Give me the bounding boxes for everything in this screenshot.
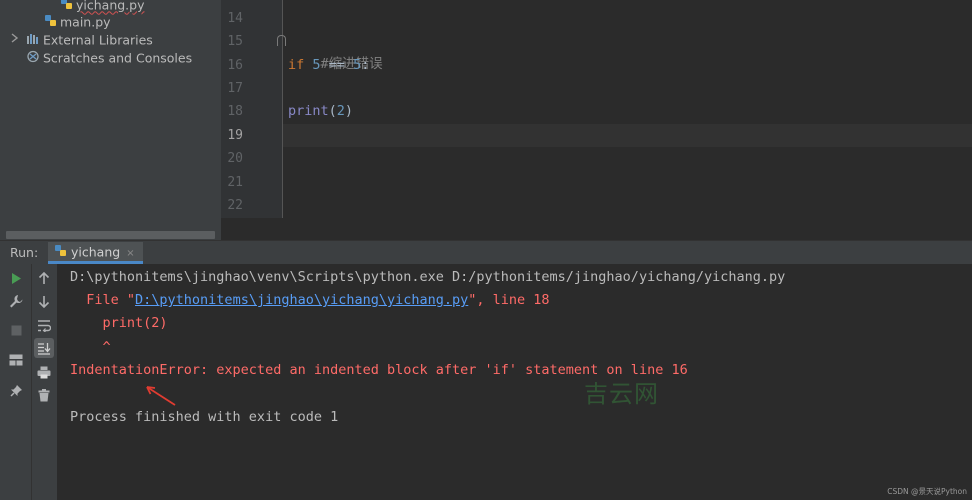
line-number: 16	[227, 58, 243, 73]
console-traceback-code: print(2)	[70, 315, 168, 331]
tree-item-label: Scratches and Consoles	[43, 50, 193, 66]
layout-icon[interactable]	[6, 350, 26, 370]
project-tree-panel: yichang.py main.py External Libraries Sc…	[0, 0, 221, 240]
tree-item-label: main.py	[60, 14, 111, 30]
current-line-highlight	[283, 124, 972, 147]
tree-item-label: yichang.py	[76, 0, 145, 13]
run-tab-label: yichang	[71, 244, 121, 260]
run-panel-header: Run: yichang ×	[0, 240, 972, 264]
code-number: 5	[353, 57, 362, 73]
scratches-icon	[26, 50, 40, 68]
line-number: 22	[227, 198, 243, 213]
arrow-up-icon[interactable]	[34, 268, 54, 288]
line-number-current: 19	[227, 128, 243, 143]
run-console-output[interactable]: D:\pythonitems\jinghao\venv\Scripts\pyth…	[57, 264, 972, 500]
code-line-16: if 5 == 5:	[288, 54, 369, 77]
tree-item-external-libraries[interactable]: External Libraries	[26, 31, 153, 49]
code-operator: ==	[320, 57, 354, 73]
soft-wrap-icon[interactable]	[34, 315, 54, 335]
code-line-15: #缩进错误	[288, 30, 383, 72]
line-number: 14	[227, 11, 243, 26]
trash-icon[interactable]	[34, 385, 54, 405]
annotation-arrow-icon	[143, 384, 179, 412]
console-process-finished: Process finished with exit code 1	[70, 409, 339, 425]
code-editor[interactable]: 14 15 16 17 18 19 20 21 22 #缩进错误 if 5 ==…	[221, 0, 972, 240]
gutter-divider	[282, 0, 283, 218]
console-traceback-caret: ^	[70, 339, 111, 355]
code-colon: :	[361, 57, 370, 73]
pin-icon[interactable]	[6, 380, 26, 400]
tree-item-main-py[interactable]: main.py	[44, 13, 111, 31]
run-tab-yichang[interactable]: yichang ×	[48, 242, 143, 264]
stop-icon[interactable]	[6, 320, 26, 340]
code-line-18: print(2)	[288, 100, 353, 123]
watermark: 吉云网	[584, 380, 659, 408]
code-builtin: print	[288, 103, 329, 119]
code-paren: )	[344, 103, 354, 119]
code-paren: (	[328, 103, 337, 119]
traceback-file-suffix: ", line 18	[468, 292, 550, 308]
console-command-line: D:\pythonitems\jinghao\venv\Scripts\pyth…	[70, 269, 786, 285]
line-number: 18	[227, 104, 243, 119]
tree-item-scratches-consoles[interactable]: Scratches and Consoles	[26, 49, 192, 67]
code-number: 5	[312, 57, 321, 73]
tree-item-label: External Libraries	[43, 32, 153, 48]
line-number-gutter: 14 15 16 17 18 19 20 21 22	[221, 0, 282, 218]
libraries-icon	[26, 32, 40, 50]
print-icon[interactable]	[34, 362, 54, 382]
horizontal-scrollbar[interactable]	[6, 231, 215, 239]
python-file-icon	[44, 14, 57, 32]
line-number: 17	[227, 81, 243, 96]
close-icon[interactable]: ×	[126, 248, 134, 259]
tree-item-yichang-py[interactable]: yichang.py	[60, 0, 145, 14]
line-number: 21	[227, 175, 243, 190]
console-traceback-file-line: File "D:\pythonitems\jinghao\yichang\yic…	[70, 289, 550, 312]
wrench-icon[interactable]	[6, 291, 26, 311]
code-number: 2	[336, 103, 345, 119]
chevron-right-icon[interactable]	[10, 33, 19, 46]
run-label: Run:	[10, 245, 39, 260]
credit-text: CSDN @景天说Python	[887, 487, 967, 496]
arrow-down-icon[interactable]	[34, 291, 54, 311]
fold-marker-icon[interactable]	[277, 35, 286, 46]
line-number: 15	[227, 34, 243, 49]
code-keyword: if	[288, 57, 305, 73]
rerun-icon[interactable]	[6, 268, 26, 288]
run-toolbar-primary	[0, 264, 31, 500]
python-file-icon	[54, 243, 67, 263]
run-toolbar-secondary	[31, 264, 57, 500]
line-number: 20	[227, 151, 243, 166]
traceback-file-prefix: File "	[70, 292, 136, 308]
scroll-to-end-icon[interactable]	[34, 338, 54, 358]
traceback-file-link[interactable]: D:\pythonitems\jinghao\yichang\yichang.p…	[135, 292, 468, 308]
